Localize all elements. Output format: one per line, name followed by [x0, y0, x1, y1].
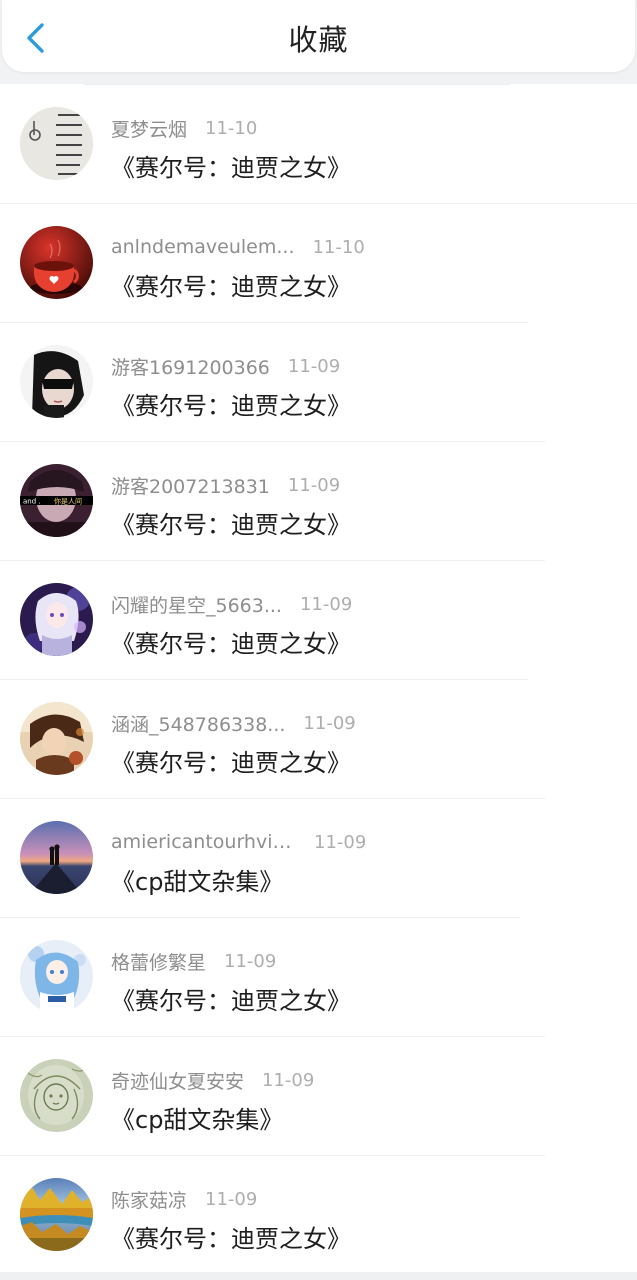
- book-title[interactable]: 《赛尔号：迪贾之女》: [111, 505, 351, 540]
- page-title: 收藏: [288, 23, 349, 57]
- item-meta: 涵涵_548786338... 11-09: [111, 710, 356, 736]
- book-title[interactable]: 《赛尔号：迪贾之女》: [111, 267, 351, 302]
- autumn-lake-avatar-image: [20, 1178, 93, 1251]
- favorite-item[interactable]: 游客1691200366 11-09 《赛尔号：迪贾之女》: [0, 323, 637, 442]
- book-title[interactable]: 《赛尔号：迪贾之女》: [111, 981, 351, 1016]
- item-meta: 陈家菇凉 11-09: [111, 1186, 257, 1212]
- username[interactable]: 奇迹仙女夏安安: [111, 1067, 244, 1094]
- date-label: 11-09: [299, 593, 353, 615]
- dark-portrait-avatar-image: and . 你是人间: [20, 464, 93, 537]
- book-title[interactable]: 《赛尔号：迪贾之女》: [111, 624, 351, 659]
- book-title[interactable]: 《cp甜文杂集》: [111, 862, 283, 897]
- favorite-item[interactable]: 闪耀的星空_5663... 11-09 《赛尔号：迪贾之女》: [0, 561, 637, 680]
- sunset-couple-avatar-image: [20, 821, 93, 894]
- book-title[interactable]: 《赛尔号：迪贾之女》: [111, 386, 351, 421]
- date-label: 11-10: [312, 236, 365, 258]
- favorite-item[interactable]: 奇迹仙女夏安安 11-09 《cp甜文杂集》: [0, 1037, 637, 1156]
- text-paper-avatar-image: [20, 107, 93, 180]
- item-meta: 游客2007213831 11-09: [111, 472, 340, 498]
- date-label: 11-09: [287, 474, 341, 496]
- bottom-edge: [0, 1272, 637, 1280]
- item-meta: anlndemaveulem... 11-10: [111, 234, 365, 260]
- anime-girl-blue-avatar-image: [20, 940, 93, 1013]
- item-meta: 闪耀的星空_5663... 11-09: [111, 591, 352, 617]
- username[interactable]: 游客1691200366: [111, 353, 270, 380]
- book-title[interactable]: 《赛尔号：迪贾之女》: [111, 743, 351, 778]
- date-label: 11-10: [205, 117, 258, 139]
- username[interactable]: 游客2007213831: [111, 472, 270, 499]
- svg-text:and .: and .: [23, 498, 41, 506]
- username[interactable]: anlndemaveulem...: [111, 236, 294, 258]
- book-title[interactable]: 《赛尔号：迪贾之女》: [111, 148, 351, 183]
- username[interactable]: 陈家菇凉: [111, 1186, 187, 1213]
- item-meta: 夏梦云烟 11-10: [111, 115, 257, 141]
- item-meta: 格蕾修繁星 11-09: [111, 948, 276, 974]
- username[interactable]: amiericantourhvis...: [111, 831, 296, 853]
- username[interactable]: 格蕾修繁星: [111, 948, 206, 975]
- avatar[interactable]: [20, 821, 93, 894]
- item-meta: amiericantourhvis... 11-09: [111, 829, 366, 855]
- item-meta: 奇迹仙女夏安安 11-09: [111, 1067, 314, 1093]
- favorite-item[interactable]: 陈家菇凉 11-09 《赛尔号：迪贾之女》: [0, 1156, 637, 1275]
- avatar[interactable]: [20, 226, 93, 299]
- avatar[interactable]: [20, 583, 93, 656]
- username[interactable]: 涵涵_548786338...: [111, 710, 285, 737]
- anime-girl-purple-avatar-image: [20, 583, 93, 656]
- favorite-item[interactable]: 格蕾修繁星 11-09 《赛尔号：迪贾之女》: [0, 918, 637, 1037]
- masked-face-avatar-image: [20, 345, 93, 418]
- book-title[interactable]: 《cp甜文杂集》: [111, 1100, 283, 1135]
- avatar[interactable]: [20, 702, 93, 775]
- svg-text:你是人间: 你是人间: [54, 497, 82, 506]
- avatar[interactable]: [20, 345, 93, 418]
- anime-boy-warm-avatar-image: [20, 702, 93, 775]
- top-bar: 收藏: [2, 0, 635, 72]
- favorite-item[interactable]: 夏梦云烟 11-10 《赛尔号：迪贾之女》: [0, 85, 637, 204]
- favorite-item[interactable]: 涵涵_548786338... 11-09 《赛尔号：迪贾之女》: [0, 680, 637, 799]
- date-label: 11-09: [205, 1188, 258, 1210]
- favorites-list: 夏梦云烟 11-10 《赛尔号：迪贾之女》 anlndemaveulem... 11-1…: [0, 84, 637, 1275]
- avatar[interactable]: [20, 1178, 93, 1251]
- avatar[interactable]: [20, 107, 93, 180]
- username[interactable]: 夏梦云烟: [111, 115, 187, 142]
- date-label: 11-09: [262, 1069, 315, 1091]
- favorite-item[interactable]: anlndemaveulem... 11-10 《赛尔号：迪贾之女》: [0, 204, 637, 323]
- date-label: 11-09: [287, 355, 341, 377]
- avatar[interactable]: and . 你是人间: [20, 464, 93, 537]
- book-title[interactable]: 《赛尔号：迪贾之女》: [111, 1219, 351, 1254]
- date-label: 11-09: [224, 950, 277, 972]
- item-meta: 游客1691200366 11-09: [111, 353, 340, 379]
- avatar[interactable]: [20, 1059, 93, 1132]
- favorite-item[interactable]: amiericantourhvis... 11-09 《cp甜文杂集》: [0, 799, 637, 918]
- username[interactable]: 闪耀的星空_5663...: [111, 591, 282, 618]
- favorite-item[interactable]: and . 你是人间 游客2007213831 11-09 《赛尔号：迪贾之女》: [0, 442, 637, 561]
- sketch-fairy-avatar-image: [20, 1059, 93, 1132]
- date-label: 11-09: [314, 831, 367, 853]
- date-label: 11-09: [303, 712, 356, 734]
- avatar[interactable]: [20, 940, 93, 1013]
- red-cup-avatar-image: [20, 226, 93, 299]
